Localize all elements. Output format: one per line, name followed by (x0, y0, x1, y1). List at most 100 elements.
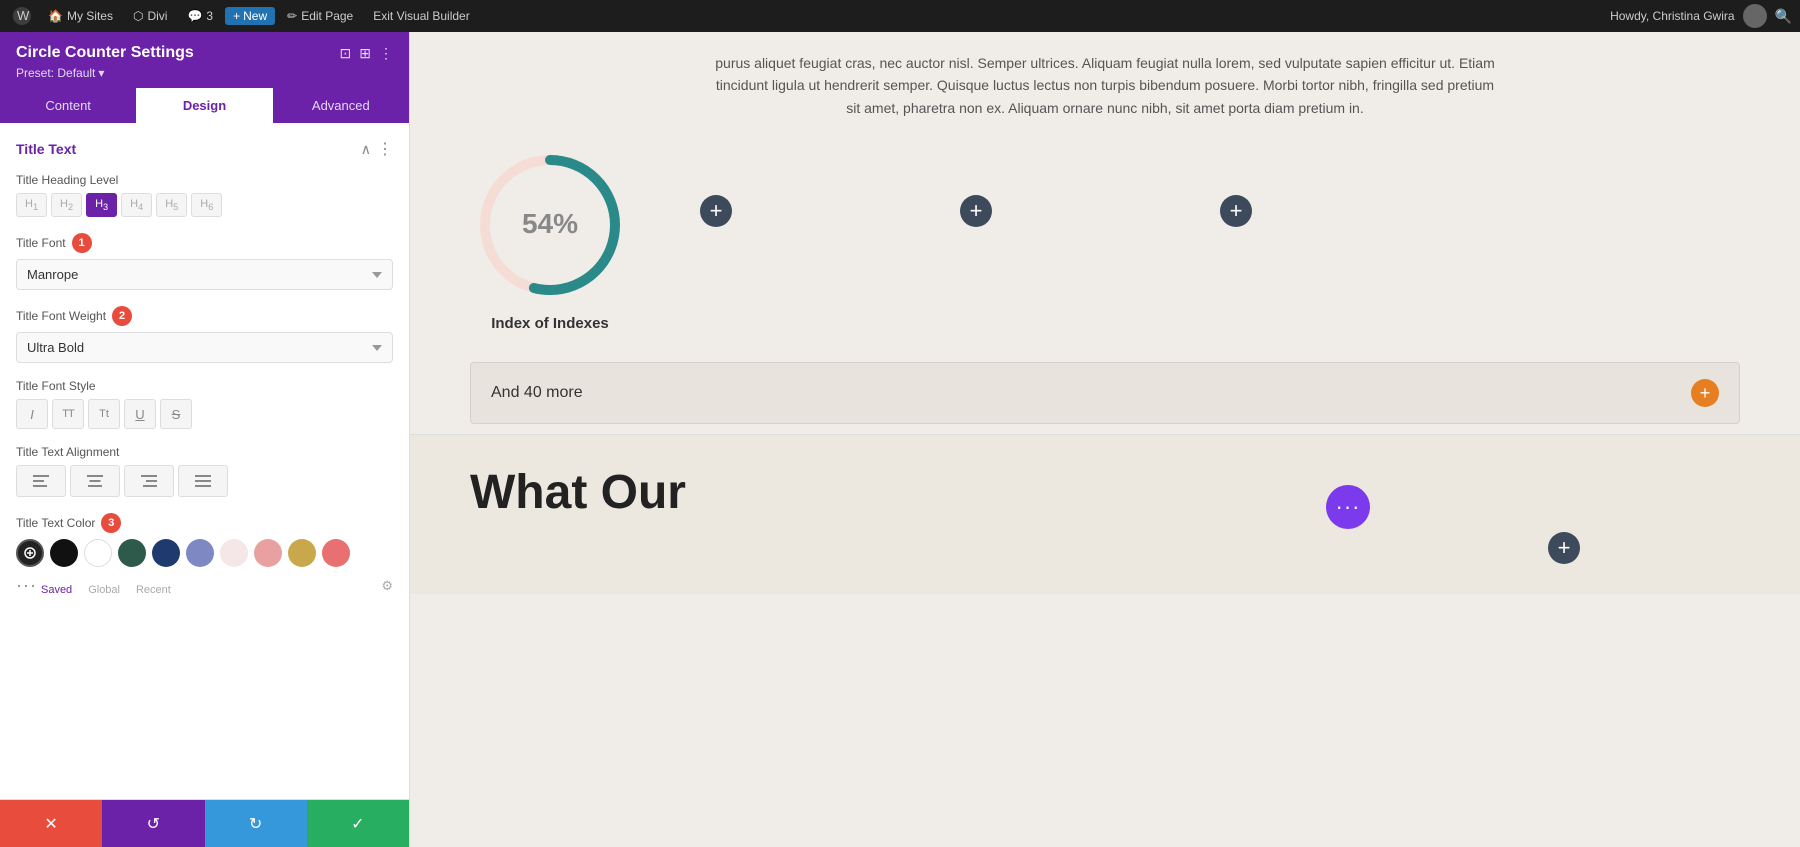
h1-button[interactable]: H1 (16, 193, 47, 217)
wp-logo[interactable]: W (8, 2, 36, 30)
more-menu-icon[interactable]: ⋮ (379, 45, 393, 62)
align-left-button[interactable] (16, 465, 66, 497)
comment-count[interactable]: 💬 3 (179, 7, 221, 25)
heading-buttons: H1 H2 H3 H4 H5 H6 (16, 193, 393, 217)
h4-button[interactable]: H4 (121, 193, 152, 217)
new-button[interactable]: + New (225, 7, 275, 25)
save-button[interactable]: ✓ (307, 800, 409, 847)
admin-bar: W 🏠 My Sites ⬡ Divi 💬 3 + New ✏ Edit Pag… (0, 0, 1800, 32)
capitalize-button[interactable]: Tt (88, 399, 120, 429)
strikethrough-button[interactable]: S (160, 399, 192, 429)
home-icon: 🏠 (48, 9, 63, 23)
exit-visual-builder-link[interactable]: Exit Visual Builder (365, 7, 478, 25)
saved-label[interactable]: Saved (41, 584, 72, 596)
tab-design[interactable]: Design (136, 88, 272, 123)
expand-icon[interactable]: ⊞ (359, 45, 371, 62)
recent-label[interactable]: Recent (136, 584, 171, 596)
align-buttons (16, 465, 393, 497)
what-our-heading: What Our (470, 466, 686, 519)
color-swatch-navy[interactable] (152, 539, 180, 567)
section-header: Title Text ∧ ⋮ (16, 139, 393, 159)
section-more-icon[interactable]: ⋮ (377, 139, 393, 159)
collapse-icon[interactable]: ⊡ (340, 45, 352, 62)
bottom-add-button[interactable]: + (1548, 532, 1580, 564)
save-icon: ✓ (351, 814, 364, 834)
h3-button[interactable]: H3 (86, 193, 117, 217)
color-swatch-pink[interactable] (254, 539, 282, 567)
right-content: purus aliquet feugiat cras, nec auctor n… (410, 32, 1800, 847)
uppercase-button[interactable]: TT (52, 399, 84, 429)
circle-svg: 54% (470, 145, 630, 305)
title-font-style-group: Title Font Style I TT Tt U S (16, 379, 393, 429)
style-buttons: I TT Tt U S (16, 399, 393, 429)
title-font-style-label: Title Font Style (16, 379, 393, 393)
title-font-label: Title Font 1 (16, 233, 393, 253)
circle-counter: 54% Index of Indexes (470, 145, 630, 332)
underline-button[interactable]: U (124, 399, 156, 429)
left-panel: Circle Counter Settings ⊡ ⊞ ⋮ Preset: De… (0, 32, 410, 847)
color-swatch-lavender[interactable] (186, 539, 214, 567)
search-icon[interactable]: 🔍 (1775, 8, 1792, 25)
howdy-text: Howdy, Christina Gwira (1610, 9, 1734, 23)
title-font-weight-select[interactable]: Ultra Bold (16, 332, 393, 363)
preset-row[interactable]: Preset: Default ▾ (16, 66, 393, 80)
bottom-toolbar: ✕ ↺ ↻ ✓ (0, 799, 409, 847)
undo-icon: ↺ (147, 814, 160, 834)
italic-button[interactable]: I (16, 399, 48, 429)
panel-title-row: Circle Counter Settings ⊡ ⊞ ⋮ (16, 44, 393, 62)
color-swatch-green[interactable] (118, 539, 146, 567)
edit-page-link[interactable]: ✏ Edit Page (279, 7, 361, 25)
h5-button[interactable]: H5 (156, 193, 187, 217)
admin-bar-right: Howdy, Christina Gwira 🔍 (1610, 4, 1792, 28)
align-justify-button[interactable] (178, 465, 228, 497)
svg-text:W: W (17, 8, 30, 23)
and-more-plus-button[interactable]: + (1691, 379, 1719, 407)
section-collapse-icon[interactable]: ∧ (361, 141, 371, 158)
more-colors-dots[interactable]: ··· (16, 575, 37, 596)
h6-button[interactable]: H6 (191, 193, 222, 217)
divi-link[interactable]: ⬡ Divi (125, 7, 175, 25)
panel-content: Title Text ∧ ⋮ Title Heading Level H1 H2… (0, 123, 409, 799)
add-button-1[interactable]: + (700, 195, 732, 227)
heading-level-group: Title Heading Level H1 H2 H3 H4 H5 H6 (16, 173, 393, 217)
global-label[interactable]: Global (88, 584, 120, 596)
comment-icon: 💬 (187, 9, 202, 23)
title-text-alignment-group: Title Text Alignment (16, 445, 393, 497)
and-more-section: And 40 more + (470, 362, 1740, 424)
align-right-button[interactable] (124, 465, 174, 497)
chevron-down-icon: ▾ (98, 66, 104, 80)
add-button-2[interactable]: + (960, 195, 992, 227)
color-swatch-red[interactable] (322, 539, 350, 567)
plus-icon: + (233, 9, 240, 23)
color-picker-button[interactable] (16, 539, 44, 567)
bottom-section: What Our ··· + (410, 434, 1800, 594)
my-sites-link[interactable]: 🏠 My Sites (40, 7, 121, 25)
align-center-button[interactable] (70, 465, 120, 497)
redo-icon: ↻ (249, 814, 262, 834)
color-labels: Saved Global Recent (37, 584, 171, 596)
undo-button[interactable]: ↺ (102, 800, 204, 847)
add-button-3[interactable]: + (1220, 195, 1252, 227)
panel-header: Circle Counter Settings ⊡ ⊞ ⋮ Preset: De… (0, 32, 409, 88)
pencil-icon: ✏ (287, 9, 297, 23)
title-text-color-group: Title Text Color 3 (16, 513, 393, 596)
color-swatch-white[interactable] (84, 539, 112, 567)
title-font-group: Title Font 1 Manrope (16, 233, 393, 290)
title-font-weight-group: Title Font Weight 2 Ultra Bold (16, 306, 393, 363)
color-swatch-pink-light[interactable] (220, 539, 248, 567)
cancel-button[interactable]: ✕ (0, 800, 102, 847)
redo-button[interactable]: ↻ (205, 800, 307, 847)
section-title: Title Text (16, 141, 76, 157)
floating-dots-button[interactable]: ··· (1326, 485, 1370, 529)
tab-advanced[interactable]: Advanced (273, 88, 409, 123)
color-swatch-black[interactable] (50, 539, 78, 567)
color-swatch-gold[interactable] (288, 539, 316, 567)
main-layout: Circle Counter Settings ⊡ ⊞ ⋮ Preset: De… (0, 32, 1800, 847)
badge-3: 3 (101, 513, 121, 533)
tab-content[interactable]: Content (0, 88, 136, 123)
title-font-select[interactable]: Manrope (16, 259, 393, 290)
panel-tabs: Content Design Advanced (0, 88, 409, 123)
heading-level-label: Title Heading Level (16, 173, 393, 187)
h2-button[interactable]: H2 (51, 193, 82, 217)
color-settings-icon[interactable]: ⚙ (381, 578, 393, 594)
